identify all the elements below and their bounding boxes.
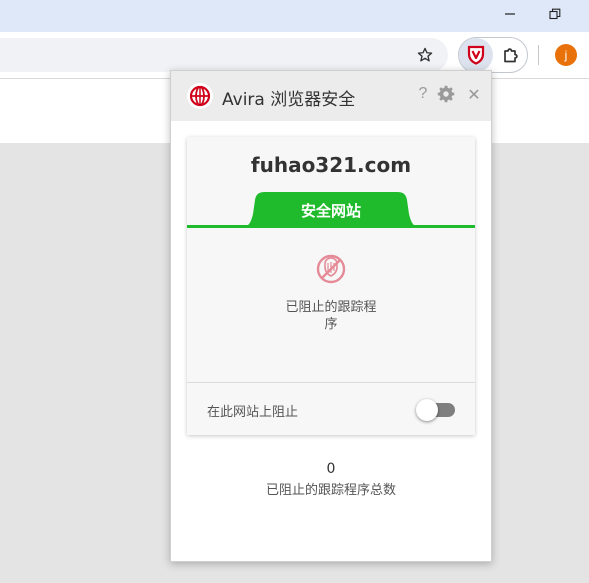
close-button[interactable]: ✕ (465, 85, 483, 105)
blocked-label-line1: 已阻止的跟踪程 (285, 300, 377, 315)
tracker-icon-wrap (316, 254, 346, 284)
site-domain: fuhao321.com (250, 153, 412, 177)
popup-header: Avira 浏览器安全 ? ✕ (171, 71, 491, 121)
blocked-label-line2: 序 (324, 317, 338, 332)
help-button[interactable]: ? (415, 85, 431, 105)
popup-title: Avira 浏览器安全 (222, 90, 356, 110)
help-icon: ? (418, 85, 428, 102)
extensions-menu-button[interactable] (498, 43, 524, 67)
restore-icon (549, 8, 561, 20)
avatar-initial: j (564, 48, 568, 62)
avira-extension-button[interactable] (459, 38, 493, 72)
puzzle-extensions-icon (504, 48, 518, 63)
safe-site-label: 安全网站 (300, 202, 361, 220)
avira-shield-icon (467, 45, 485, 65)
gear-icon (437, 85, 455, 103)
toggle-knob[interactable] (416, 399, 438, 421)
blocked-tracker-icon (316, 254, 346, 284)
star-icon (417, 47, 433, 62)
minimize-icon (505, 13, 515, 15)
blocked-trackers-label: 已阻止的跟踪程 序 (187, 299, 475, 333)
total-blocked-count: 0 (326, 461, 336, 477)
restore-button[interactable] (540, 0, 570, 28)
site-status-card: fuhao321.com 安全网站 已阻止的跟踪程 序 在此网站上阻止 (187, 137, 475, 435)
profile-avatar[interactable]: j (555, 44, 577, 66)
close-icon: ✕ (467, 85, 481, 104)
minimize-button[interactable] (495, 0, 525, 28)
address-bar[interactable] (0, 38, 448, 72)
card-divider (187, 382, 475, 383)
toolbar-separator (538, 45, 539, 65)
total-blocked-label: 已阻止的跟踪程序总数 (265, 483, 396, 498)
bookmark-star-button[interactable] (412, 43, 438, 67)
block-on-site-label: 在此网站上阻止 (207, 405, 299, 420)
status-line (187, 225, 475, 228)
avira-popup: Avira 浏览器安全 ? ✕ fuhao321.com 安全网站 已阻止的跟踪… (170, 70, 492, 562)
avira-globe-icon (189, 85, 211, 107)
settings-button[interactable] (437, 85, 457, 105)
avira-logo (187, 83, 213, 109)
browser-titlebar (0, 0, 589, 32)
